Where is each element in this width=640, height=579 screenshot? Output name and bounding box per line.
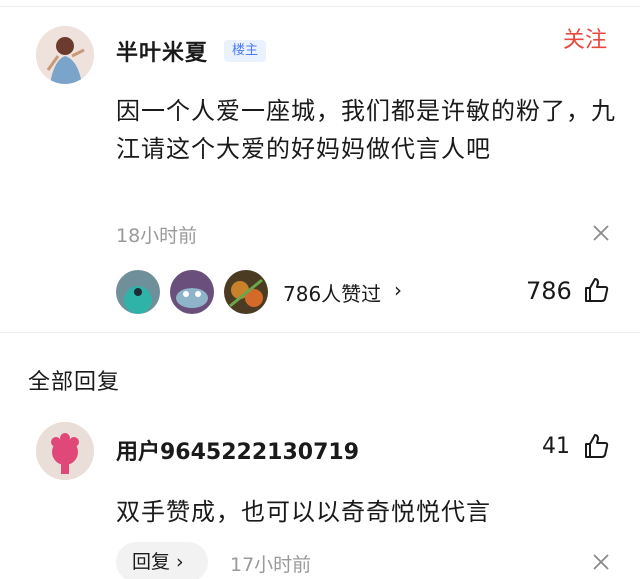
all-replies-title: 全部回复 [28, 370, 121, 395]
follow-button[interactable]: 关注 [563, 22, 607, 54]
thumbs-up-icon[interactable] [582, 276, 610, 304]
like-count: 786 [526, 277, 572, 305]
liker-avatar[interactable] [170, 270, 214, 314]
top-divider [0, 6, 640, 7]
thumbs-up-icon[interactable] [582, 432, 610, 460]
liker-avatar[interactable] [116, 270, 160, 314]
reply-username[interactable]: 用户9645222130719 [116, 434, 359, 466]
chevron-right-icon[interactable]: › [394, 278, 402, 302]
author-avatar[interactable] [36, 26, 94, 84]
liker-avatar[interactable] [224, 270, 268, 314]
reply-text: 双手赞成，也可以以奇奇悦悦代言 [116, 498, 491, 526]
reply-like-count: 41 [542, 434, 570, 459]
reply-time: 17小时前 [230, 554, 312, 576]
likes-summary[interactable]: 786人赞过 [283, 278, 381, 307]
owner-badge: 楼主 [224, 40, 267, 62]
close-icon[interactable] [590, 551, 612, 573]
post-text: 因一个人爱一座城，我们都是许敏的粉了，九江请这个大爱的好妈妈做代言人吧 [116, 97, 616, 163]
close-icon[interactable] [590, 222, 612, 244]
post-time: 18小时前 [116, 225, 198, 247]
section-divider [0, 332, 640, 333]
reply-avatar[interactable] [36, 422, 94, 480]
author-name[interactable]: 半叶米夏 [116, 35, 208, 67]
reply-button[interactable]: 回复 › [116, 542, 208, 579]
